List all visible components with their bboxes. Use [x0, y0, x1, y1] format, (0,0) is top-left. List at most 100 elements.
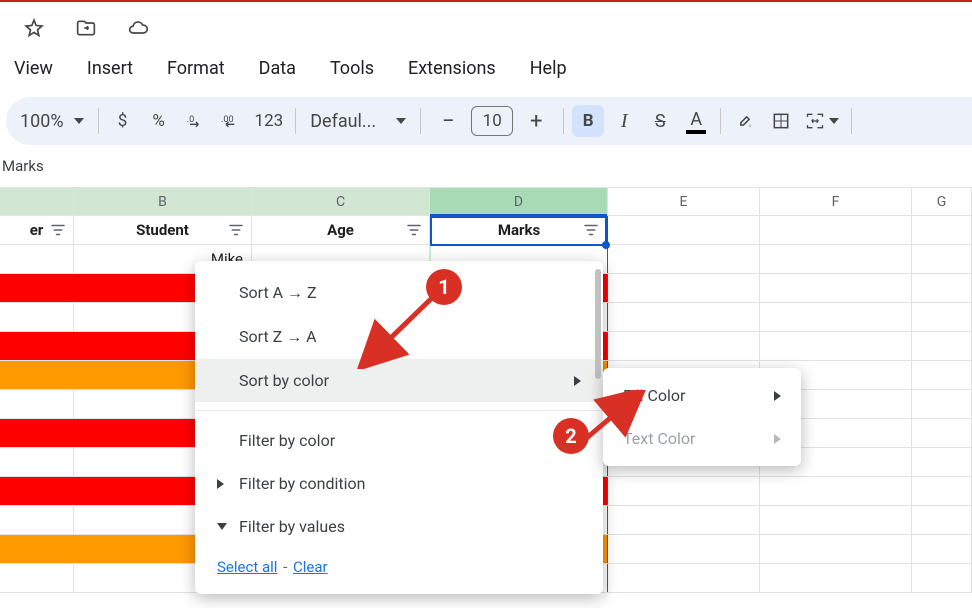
cell[interactable]	[760, 303, 912, 331]
menu-insert[interactable]: Insert	[75, 54, 145, 83]
cell[interactable]	[0, 303, 74, 331]
star-icon[interactable]	[18, 12, 50, 44]
filter-by-values[interactable]: Filter by values	[195, 505, 603, 548]
cell[interactable]	[912, 448, 972, 476]
filter-icon[interactable]	[405, 221, 423, 239]
popup-scrollbar[interactable]	[595, 269, 601, 586]
cell[interactable]	[0, 245, 74, 273]
filter-by-color[interactable]: Filter by color	[195, 419, 603, 462]
column-header-g[interactable]: G	[912, 188, 972, 215]
cell[interactable]	[760, 477, 912, 505]
italic-button[interactable]: I	[608, 105, 640, 137]
cell[interactable]	[608, 535, 760, 563]
cell[interactable]	[0, 477, 74, 505]
cell[interactable]	[0, 332, 74, 360]
menu-help[interactable]: Help	[518, 54, 579, 83]
font-family-dropdown[interactable]: Defaul...	[304, 111, 412, 132]
header-cell-e[interactable]	[608, 216, 760, 244]
merge-cells-button[interactable]	[801, 105, 843, 137]
cell[interactable]	[608, 245, 760, 273]
format-currency-button[interactable]: $	[107, 105, 139, 137]
sort-by-color[interactable]: Sort by color	[195, 359, 603, 402]
header-cell-g[interactable]	[912, 216, 972, 244]
column-header-a[interactable]	[0, 188, 74, 215]
decrease-font-size-button[interactable]: −	[435, 109, 461, 134]
increase-decimal-button[interactable]: .00	[215, 105, 247, 137]
increase-font-size-button[interactable]: +	[523, 109, 549, 134]
column-header-e[interactable]: E	[608, 188, 760, 215]
cell[interactable]	[912, 419, 972, 447]
cell[interactable]	[912, 390, 972, 418]
header-cell-student[interactable]: Student	[74, 216, 252, 244]
move-folder-icon[interactable]	[70, 12, 102, 44]
column-header-c[interactable]: C	[252, 188, 430, 215]
submenu-fill-color[interactable]: Fill Color	[603, 374, 801, 417]
cloud-status-icon[interactable]	[122, 12, 154, 44]
filter-icon[interactable]	[582, 221, 600, 239]
column-header-b[interactable]: B	[74, 188, 252, 215]
cell[interactable]	[912, 303, 972, 331]
cell[interactable]	[912, 274, 972, 302]
clear-link[interactable]: Clear	[293, 558, 328, 576]
sort-a-z[interactable]: Sort A → Z	[195, 271, 603, 315]
cell[interactable]	[912, 245, 972, 273]
cell[interactable]	[760, 274, 912, 302]
bold-button[interactable]: B	[572, 105, 604, 137]
number-format-button[interactable]: 123	[251, 105, 288, 137]
cell[interactable]	[912, 506, 972, 534]
cell[interactable]	[760, 535, 912, 563]
cell[interactable]	[0, 419, 74, 447]
cell[interactable]	[760, 564, 912, 592]
cell[interactable]	[608, 274, 760, 302]
expand-right-icon	[217, 479, 224, 489]
cell[interactable]	[0, 506, 74, 534]
cell[interactable]	[608, 477, 760, 505]
cell[interactable]	[912, 535, 972, 563]
zoom-dropdown[interactable]: 100%	[14, 111, 90, 132]
svg-text:.0: .0	[186, 115, 194, 125]
menu-tools[interactable]: Tools	[318, 54, 386, 83]
column-header-f[interactable]: F	[760, 188, 912, 215]
strikethrough-button[interactable]: S	[644, 105, 676, 137]
cell[interactable]	[0, 390, 74, 418]
select-all-link[interactable]: Select all	[217, 558, 277, 576]
header-cell-age[interactable]: Age	[252, 216, 430, 244]
header-cell-f[interactable]	[760, 216, 912, 244]
cell[interactable]	[912, 332, 972, 360]
cell[interactable]	[608, 506, 760, 534]
menu-format[interactable]: Format	[155, 54, 237, 83]
menu-data[interactable]: Data	[247, 54, 308, 83]
cell[interactable]	[912, 477, 972, 505]
cell[interactable]	[608, 564, 760, 592]
cell[interactable]	[760, 245, 912, 273]
sort-z-a[interactable]: Sort Z → A	[195, 315, 603, 359]
cell[interactable]	[912, 564, 972, 592]
chevron-down-icon	[396, 118, 406, 124]
menu-extensions[interactable]: Extensions	[396, 54, 508, 83]
text-color-button[interactable]: A	[680, 105, 712, 137]
formula-bar[interactable]: Marks	[0, 145, 972, 188]
cell[interactable]	[0, 564, 74, 592]
column-header-d[interactable]: D	[430, 188, 608, 215]
decrease-decimal-button[interactable]: .0	[179, 105, 211, 137]
font-size-input[interactable]: 10	[471, 106, 513, 136]
cell[interactable]	[608, 303, 760, 331]
fill-color-button[interactable]	[729, 105, 761, 137]
borders-button[interactable]	[765, 105, 797, 137]
filter-by-condition[interactable]: Filter by condition	[195, 462, 603, 505]
filter-icon[interactable]	[49, 221, 67, 239]
cell[interactable]	[760, 332, 912, 360]
cell[interactable]	[760, 506, 912, 534]
cell[interactable]	[0, 361, 74, 389]
cell[interactable]	[0, 535, 74, 563]
cell[interactable]	[912, 361, 972, 389]
header-cell-marks[interactable]: Marks	[430, 216, 608, 244]
format-percent-button[interactable]: %	[143, 105, 175, 137]
title-icon-bar	[0, 2, 972, 50]
menu-view[interactable]: View	[2, 54, 65, 83]
cell[interactable]	[0, 448, 74, 476]
cell[interactable]	[0, 274, 74, 302]
header-cell-a[interactable]: er	[0, 216, 74, 244]
cell[interactable]	[608, 332, 760, 360]
filter-icon[interactable]	[227, 221, 245, 239]
